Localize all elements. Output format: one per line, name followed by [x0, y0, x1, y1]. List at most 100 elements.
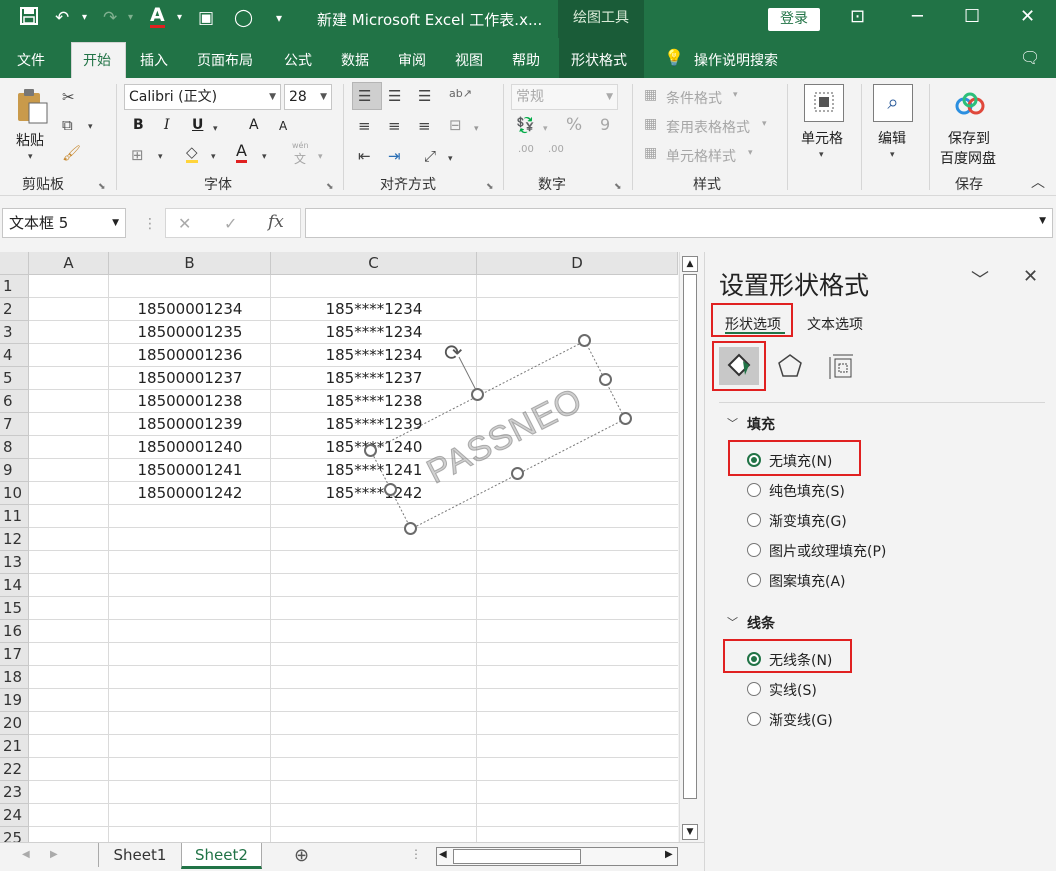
underline-dropdown-icon[interactable]: ▾ — [213, 120, 218, 138]
close-icon[interactable]: ✕ — [1023, 266, 1038, 287]
cell-style-button[interactable]: 单元格样式 — [666, 146, 736, 166]
gradient-line-radio[interactable] — [747, 712, 761, 726]
row-header-9[interactable]: 9 — [0, 459, 29, 482]
chevron-down-icon[interactable]: ▾ — [890, 146, 895, 164]
chevron-down-icon[interactable]: ﹀ — [971, 266, 989, 292]
solid-line-label[interactable]: 实线(S) — [769, 680, 817, 700]
effects-icon[interactable] — [777, 351, 803, 381]
solid-fill-radio[interactable] — [747, 483, 761, 497]
h-scroll-thumb[interactable] — [453, 849, 581, 864]
fill-dropdown-icon[interactable]: ▾ — [211, 148, 216, 166]
comma-button[interactable]: 9 — [600, 115, 610, 134]
editing-button[interactable]: 编辑 — [878, 128, 906, 148]
border-dropdown-icon[interactable]: ▾ — [158, 148, 163, 166]
solid-fill-label[interactable]: 纯色填充(S) — [769, 481, 845, 501]
horizontal-scrollbar[interactable]: ◀ ▶ — [436, 847, 678, 866]
cell-c2[interactable]: 185****1234 — [271, 298, 477, 321]
row-header-18[interactable]: 18 — [0, 666, 29, 689]
row-header-21[interactable]: 21 — [0, 735, 29, 758]
phonetic-icon[interactable]: 文 — [294, 150, 306, 167]
row-header-6[interactable]: 6 — [0, 390, 29, 413]
fill-line-icon[interactable] — [719, 347, 759, 385]
row-header-17[interactable]: 17 — [0, 643, 29, 666]
next-sheet-icon[interactable]: ▶ — [50, 849, 58, 860]
row-header-7[interactable]: 7 — [0, 413, 29, 436]
worksheet-grid[interactable]: ABCD 1 2 3 4 5 6 7 8 9 10 11 12 13 14 15 16 17 18 19 20 21 22… — [0, 252, 678, 842]
grow-font-button[interactable]: A — [249, 117, 259, 133]
tab-shape-options[interactable]: 形状选项 — [725, 314, 781, 334]
gradient-fill-radio[interactable] — [747, 513, 761, 527]
row-header-1[interactable]: 1 — [0, 275, 29, 298]
cell-b8[interactable]: 18500001240 — [109, 436, 271, 459]
picture-fill-label[interactable]: 图片或纹理填充(P) — [769, 541, 886, 561]
vertical-scrollbar[interactable]: ▲ ▼ — [679, 252, 701, 842]
decrease-indent-icon[interactable]: ⇤ — [358, 147, 371, 165]
border-icon[interactable]: ⊞ — [131, 146, 144, 164]
launcher-icon[interactable]: ⬊ — [486, 178, 494, 196]
row-header-24[interactable]: 24 — [0, 804, 29, 827]
cell-b9[interactable]: 18500001241 — [109, 459, 271, 482]
italic-button[interactable]: I — [164, 117, 170, 133]
no-line-label[interactable]: 无线条(N) — [769, 650, 832, 670]
align-left-icon[interactable]: ≡ — [358, 117, 371, 135]
picture-fill-radio[interactable] — [747, 543, 761, 557]
row-header-23[interactable]: 23 — [0, 781, 29, 804]
resize-handle[interactable] — [471, 388, 484, 401]
cell-b5[interactable]: 18500001237 — [109, 367, 271, 390]
customize-icon[interactable]: ▾ — [276, 7, 282, 29]
font-color-dropdown-icon[interactable]: ▾ — [177, 7, 182, 29]
row-header-16[interactable]: 16 — [0, 620, 29, 643]
undo-icon[interactable]: ↶ — [55, 7, 69, 29]
enter-icon[interactable]: ✓ — [224, 214, 237, 233]
text-direction-dropdown-icon[interactable]: ▾ — [448, 150, 453, 168]
row-header-14[interactable]: 14 — [0, 574, 29, 597]
formula-input[interactable]: ▼ — [305, 208, 1053, 238]
tab-insert[interactable]: 插入 — [140, 50, 168, 70]
pattern-fill-label[interactable]: 图案填充(A) — [769, 571, 846, 591]
tab-shape-format[interactable]: 形状格式 — [571, 50, 627, 70]
collapse-ribbon-icon[interactable]: ︿ — [1031, 174, 1045, 192]
row-header-12[interactable]: 12 — [0, 528, 29, 551]
merge-dropdown-icon[interactable]: ▾ — [474, 120, 479, 138]
close-icon[interactable]: ✕ — [1020, 6, 1035, 27]
resize-handle[interactable] — [578, 334, 591, 347]
resize-handle[interactable] — [619, 412, 632, 425]
row-header-8[interactable]: 8 — [0, 436, 29, 459]
row-header-13[interactable]: 13 — [0, 551, 29, 574]
scroll-down-icon[interactable]: ▼ — [682, 824, 698, 840]
save-to-baidu-button[interactable]: 保存到 — [948, 128, 990, 148]
scroll-right-icon[interactable]: ▶ — [665, 849, 673, 860]
circle-icon[interactable]: ◯ — [234, 7, 253, 29]
tab-help[interactable]: 帮助 — [512, 50, 540, 70]
cell-b3[interactable]: 18500001235 — [109, 321, 271, 344]
row-header-10[interactable]: 10 — [0, 482, 29, 505]
format-painter-icon[interactable]: 🖌 — [62, 144, 81, 162]
column-header-a[interactable]: A — [29, 252, 109, 275]
bold-button[interactable]: B — [133, 117, 144, 133]
tab-view[interactable]: 视图 — [455, 50, 483, 70]
line-section-header[interactable]: 线条 — [747, 613, 775, 633]
rotate-handle-icon[interactable]: ⟳ — [444, 341, 462, 366]
orientation-icon[interactable]: ab↗ — [449, 85, 472, 103]
resize-handle[interactable] — [404, 522, 417, 535]
phonetic-dropdown-icon[interactable]: ▾ — [318, 148, 323, 166]
redo-icon[interactable]: ↷ — [103, 7, 117, 29]
font-color-icon[interactable]: A — [150, 5, 165, 28]
fill-color-icon[interactable]: ◇ — [186, 144, 198, 163]
column-header-d[interactable]: D — [477, 252, 678, 275]
currency-dropdown-icon[interactable]: ▾ — [543, 120, 548, 138]
text-direction-icon[interactable]: ⤢ — [424, 147, 436, 165]
camera-icon[interactable]: ▣ — [198, 7, 214, 29]
row-header-22[interactable]: 22 — [0, 758, 29, 781]
solid-line-radio[interactable] — [747, 682, 761, 696]
watermark-textbox[interactable]: PASSNEO ⟳ — [355, 333, 645, 553]
resize-handle[interactable] — [384, 483, 397, 496]
ribbon-display-icon[interactable]: ⊡ — [850, 6, 865, 27]
align-right-icon[interactable]: ≡ — [418, 117, 431, 135]
font-size-select[interactable]: 28 ▼ — [284, 84, 332, 110]
minimize-icon[interactable]: ─ — [912, 6, 923, 27]
row-header-5[interactable]: 5 — [0, 367, 29, 390]
undo-dropdown-icon[interactable]: ▾ — [82, 7, 87, 29]
scroll-thumb[interactable] — [683, 274, 697, 799]
column-header-c[interactable]: C — [271, 252, 477, 275]
